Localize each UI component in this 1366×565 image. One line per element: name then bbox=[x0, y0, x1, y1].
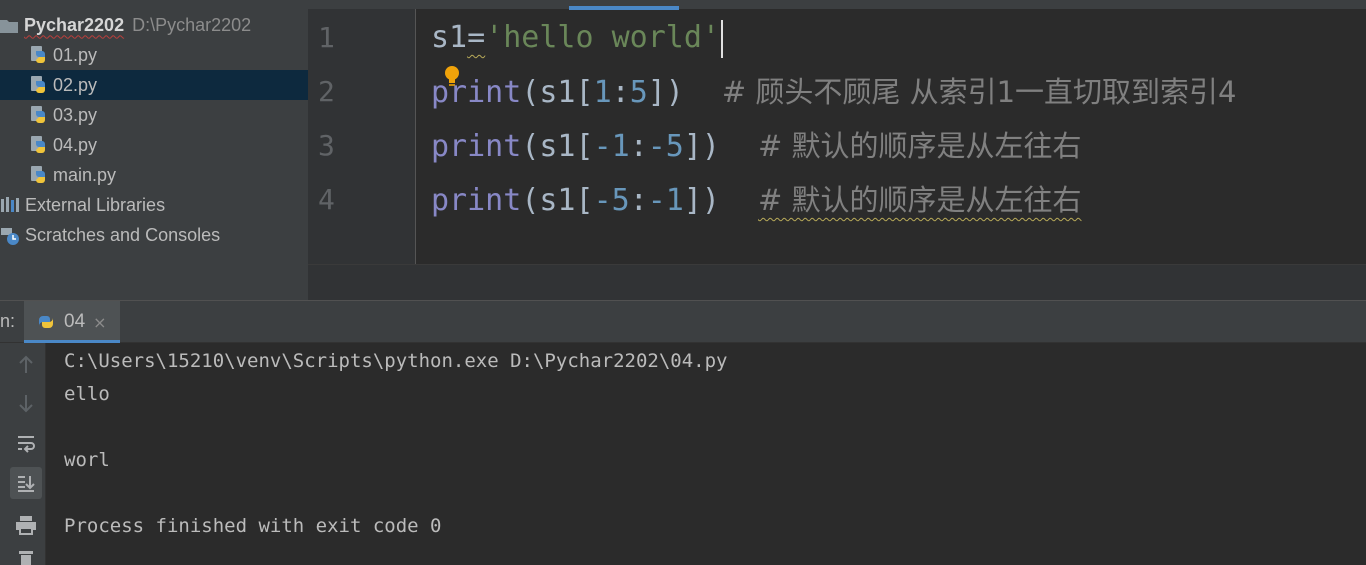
console-output[interactable]: C:\Users\15210\venv\Scripts\python.exe D… bbox=[64, 345, 1354, 543]
project-root-path: D:\Pychar2202 bbox=[132, 14, 252, 35]
python-icon bbox=[39, 316, 53, 328]
down-arrow-icon[interactable] bbox=[10, 387, 42, 419]
token-number: 1 bbox=[593, 75, 612, 110]
soft-wrap-icon[interactable] bbox=[10, 427, 42, 459]
line-number: 4 bbox=[318, 183, 335, 216]
up-arrow-icon[interactable] bbox=[10, 349, 42, 381]
print-icon[interactable] bbox=[10, 509, 42, 541]
file-item-04[interactable]: 04.py bbox=[0, 130, 308, 160]
token-comment: # 默认的顺序是从左往右 bbox=[758, 129, 1082, 163]
token-punct: : bbox=[611, 75, 630, 110]
project-tool-window: Pychar2202 D:\Pychar2202 01.py 02.py 03.… bbox=[0, 0, 308, 300]
scratches-icon bbox=[1, 228, 19, 245]
token-punct: ]) bbox=[683, 129, 720, 164]
code-line-4[interactable]: print(s1[-5:-1]) # 默认的顺序是从左往右 bbox=[431, 173, 1082, 227]
editor-tabs-strip bbox=[308, 0, 1366, 9]
token-comment: # 默认的顺序是从左往右 bbox=[758, 183, 1082, 217]
token-number: 5 bbox=[629, 75, 648, 110]
folder-icon bbox=[0, 19, 18, 33]
file-item-02[interactable]: 02.py bbox=[0, 70, 308, 100]
file-name: 04.py bbox=[53, 134, 98, 155]
token-string: 'hello world' bbox=[485, 20, 720, 55]
code-line-2[interactable]: print(s1[1:5]) # 顾头不顾尾 从索引1一直切取到索引4 bbox=[431, 65, 1237, 119]
file-item-03[interactable]: 03.py bbox=[0, 100, 308, 130]
console-line: Process finished with exit code 0 bbox=[64, 515, 442, 537]
run-label: n: bbox=[0, 311, 16, 331]
project-root-name: Pychar2202 bbox=[24, 14, 125, 35]
editor-scroll-area bbox=[308, 264, 1366, 300]
token-punct: (s1[ bbox=[521, 183, 594, 218]
file-name: 02.py bbox=[53, 74, 98, 95]
token-function: print bbox=[431, 129, 522, 164]
file-item-01[interactable]: 01.py bbox=[0, 40, 308, 70]
scratches-label: Scratches and Consoles bbox=[25, 224, 221, 245]
token-number: -1 bbox=[647, 183, 684, 218]
token-punct: : bbox=[629, 129, 648, 164]
token-variable: s1 bbox=[431, 20, 468, 55]
token-punct: ]) bbox=[647, 75, 684, 110]
trash-icon[interactable] bbox=[10, 543, 42, 565]
token-function: print bbox=[431, 183, 522, 218]
token-operator: = bbox=[467, 20, 486, 55]
line-number: 2 bbox=[318, 75, 335, 108]
external-libraries-label: External Libraries bbox=[25, 194, 166, 215]
console-line: worl bbox=[64, 449, 110, 471]
python-file-icon bbox=[31, 76, 45, 93]
token-number: -5 bbox=[647, 129, 684, 164]
library-icon bbox=[1, 197, 19, 212]
line-number: 3 bbox=[318, 129, 335, 162]
run-toolbar bbox=[0, 343, 46, 565]
token-comment: # 顾头不顾尾 从索引1一直切取到索引4 bbox=[721, 75, 1237, 109]
token-punct: (s1[ bbox=[521, 75, 594, 110]
python-file-icon bbox=[31, 166, 45, 183]
run-tab-label: 04 bbox=[64, 311, 86, 332]
scroll-to-end-icon[interactable] bbox=[10, 467, 42, 499]
line-number: 1 bbox=[318, 21, 335, 54]
token-punct: (s1[ bbox=[521, 129, 594, 164]
file-name: 03.py bbox=[53, 104, 98, 125]
file-name: 01.py bbox=[53, 44, 98, 65]
external-libraries-item[interactable]: External Libraries bbox=[0, 190, 308, 220]
close-icon[interactable]: × bbox=[93, 313, 106, 332]
python-file-icon bbox=[31, 106, 45, 123]
run-tool-window: n: 04 × C:\Users\15210\venv\Scripts\pyth… bbox=[0, 300, 1366, 565]
token-punct: ]) bbox=[683, 183, 720, 218]
line-number-gutter: 1 2 3 4 bbox=[308, 9, 416, 264]
token-function: print bbox=[431, 75, 522, 110]
file-name: main.py bbox=[53, 164, 117, 185]
text-caret bbox=[721, 19, 723, 58]
token-number: -5 bbox=[593, 183, 630, 218]
scratches-item[interactable]: Scratches and Consoles bbox=[0, 220, 308, 250]
token-punct: : bbox=[629, 183, 648, 218]
console-line: C:\Users\15210\venv\Scripts\python.exe D… bbox=[64, 350, 728, 372]
active-tab-indicator bbox=[569, 6, 679, 10]
project-root-item[interactable]: Pychar2202 D:\Pychar2202 bbox=[0, 10, 308, 40]
run-tab-04[interactable]: 04 × bbox=[24, 301, 120, 343]
console-line: ello bbox=[64, 383, 110, 405]
code-editor[interactable]: 1 2 3 4 s1='hello world' print(s1[1:5]) #… bbox=[308, 0, 1366, 264]
python-file-icon bbox=[31, 46, 45, 63]
file-item-main[interactable]: main.py bbox=[0, 160, 308, 190]
code-line-1[interactable]: s1='hello world' bbox=[431, 11, 723, 65]
python-file-icon bbox=[31, 136, 45, 153]
run-tool-header: n: 04 × bbox=[0, 301, 1366, 343]
code-line-3[interactable]: print(s1[-1:-5]) # 默认的顺序是从左往右 bbox=[431, 119, 1082, 173]
token-number: -1 bbox=[593, 129, 630, 164]
